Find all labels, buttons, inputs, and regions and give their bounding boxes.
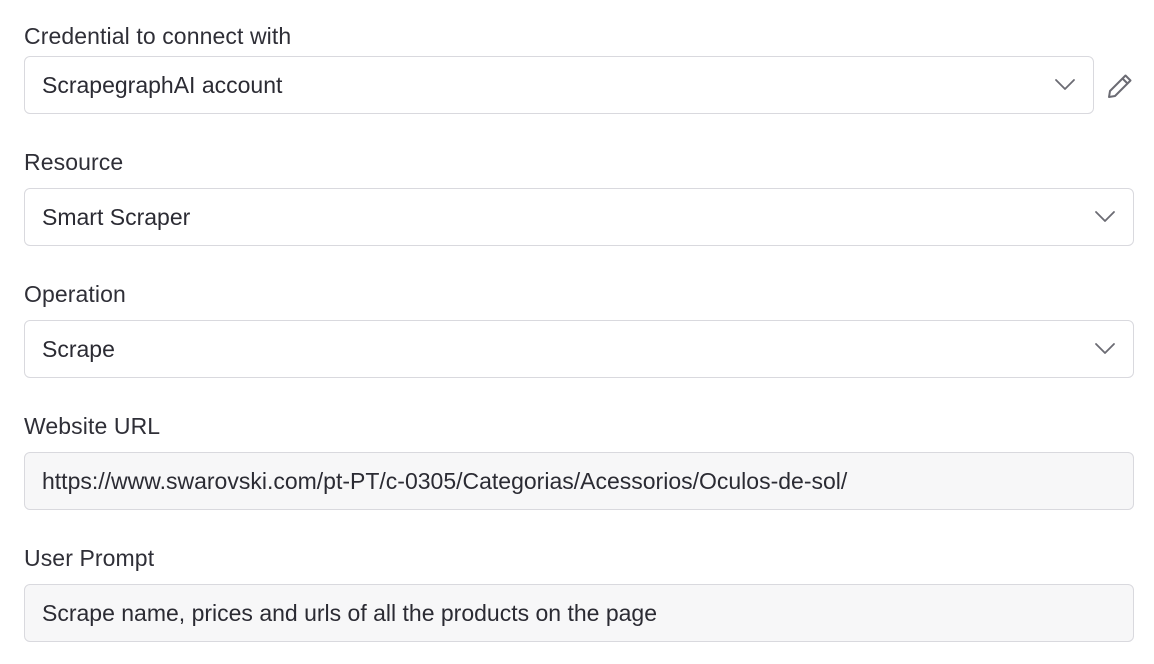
node-parameters-form: Credential to connect with ScrapegraphAI…	[0, 0, 1154, 664]
credential-select-value: ScrapegraphAI account	[42, 71, 283, 98]
resource-select[interactable]: Smart Scraper	[24, 188, 1134, 246]
operation-label: Operation	[24, 281, 126, 307]
pencil-icon[interactable]	[1104, 70, 1136, 102]
resource-label: Resource	[24, 149, 124, 175]
website-url-label: Website URL	[24, 413, 161, 439]
website-url-value: https://www.swarovski.com/pt-PT/c-0305/C…	[42, 467, 848, 494]
operation-select-value: Scrape	[42, 335, 115, 362]
credential-select[interactable]: ScrapegraphAI account	[24, 56, 1094, 114]
credential-label: Credential to connect with	[24, 23, 292, 49]
chevron-down-icon	[1055, 79, 1075, 90]
operation-select[interactable]: Scrape	[24, 320, 1134, 378]
resource-select-value: Smart Scraper	[42, 203, 191, 230]
user-prompt-value: Scrape name, prices and urls of all the …	[42, 599, 657, 626]
chevron-down-icon	[1095, 211, 1115, 222]
website-url-input[interactable]: https://www.swarovski.com/pt-PT/c-0305/C…	[24, 452, 1134, 510]
chevron-down-icon	[1095, 343, 1115, 354]
user-prompt-label: User Prompt	[24, 545, 155, 571]
user-prompt-input[interactable]: Scrape name, prices and urls of all the …	[24, 584, 1134, 642]
